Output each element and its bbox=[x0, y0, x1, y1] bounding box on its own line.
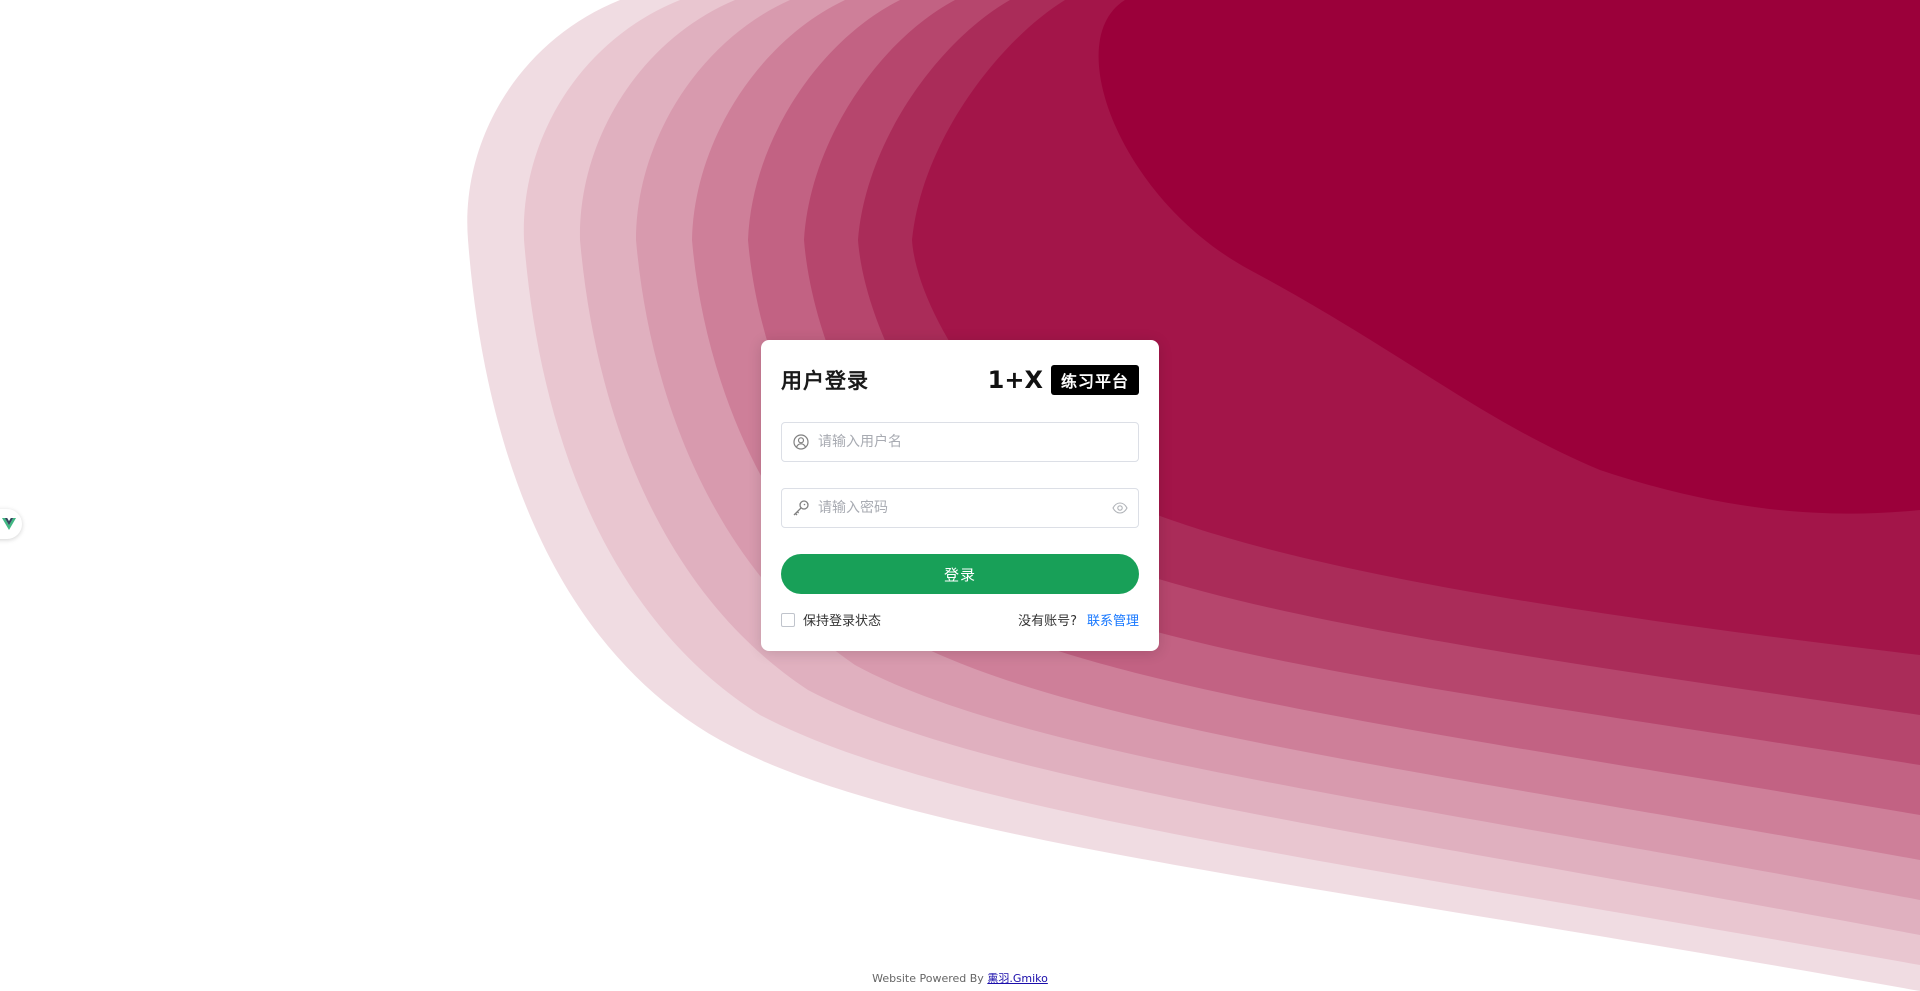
remember-me-label: 保持登录状态 bbox=[803, 614, 882, 629]
remember-me-toggle[interactable]: 保持登录状态 bbox=[781, 610, 881, 629]
contact-admin-link[interactable]: 联系管理 bbox=[1087, 610, 1139, 629]
username-input[interactable] bbox=[818, 424, 1138, 460]
no-account-text: 没有账号? bbox=[1018, 614, 1077, 629]
username-field[interactable] bbox=[781, 422, 1139, 462]
brand-badge: 练习平台 bbox=[1050, 365, 1139, 395]
eye-icon[interactable] bbox=[1102, 502, 1138, 514]
remember-me-checkbox[interactable] bbox=[781, 612, 795, 627]
password-field[interactable] bbox=[781, 488, 1139, 528]
no-account-section: 没有账号? 联系管理 bbox=[1018, 610, 1139, 629]
login-page: 用户登录 1+X 练习平台 请输入用户名 登录 保持登录状态 没有账号? 联系管… bbox=[0, 0, 1920, 991]
key-icon bbox=[782, 499, 818, 517]
login-card: 用户登录 1+X 练习平台 请输入用户名 登录 保持登录状态 没有账号? 联系管… bbox=[761, 340, 1159, 651]
vue-logo-icon bbox=[2, 518, 16, 530]
login-card-header: 用户登录 1+X 练习平台 bbox=[781, 364, 1139, 396]
brand-mark: 1+X bbox=[987, 366, 1043, 394]
user-circle-icon bbox=[782, 434, 818, 450]
powered-by-footer: Website Powered By 熏羽.Gmiko bbox=[0, 970, 1920, 986]
login-title: 用户登录 bbox=[781, 369, 869, 393]
login-card-footer: 保持登录状态 没有账号? 联系管理 bbox=[781, 610, 1139, 629]
login-button[interactable]: 登录 bbox=[781, 554, 1139, 594]
brand-logo: 1+X 练习平台 bbox=[988, 365, 1139, 395]
password-input[interactable] bbox=[818, 490, 1102, 526]
powered-by-text: Website Powered By bbox=[872, 972, 984, 985]
powered-by-link[interactable]: 熏羽.Gmiko bbox=[987, 972, 1048, 985]
